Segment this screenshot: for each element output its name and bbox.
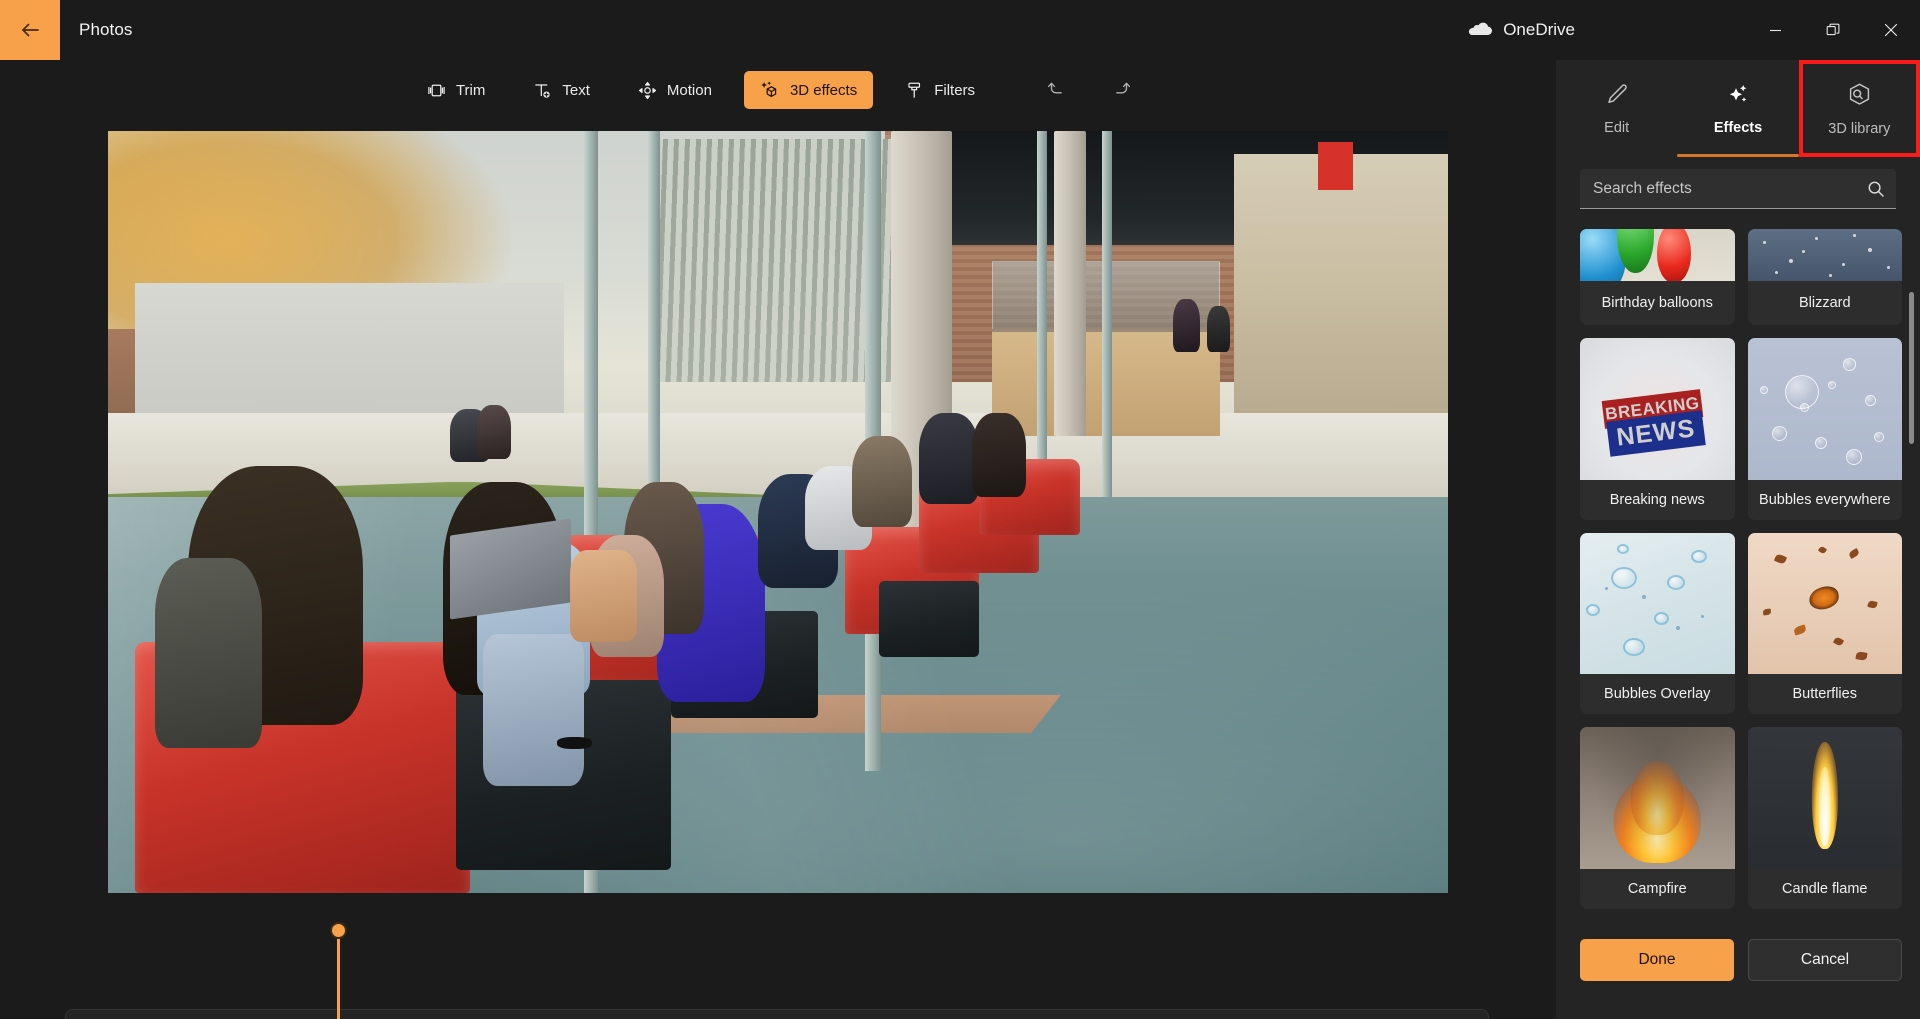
toolbar-item-3d-effects[interactable]: 3D effects — [743, 71, 874, 109]
effect-card-breaking-news[interactable]: BREAKING NEWS Breaking news — [1580, 338, 1735, 520]
back-button[interactable] — [0, 0, 60, 60]
minimize-button[interactable] — [1746, 0, 1804, 60]
tab-label: Edit — [1604, 120, 1630, 136]
toolbar-item-text[interactable]: Text — [517, 71, 606, 109]
tab-label: 3D library — [1828, 120, 1891, 137]
effect-thumbnail — [1747, 338, 1902, 480]
video-stage: 0:00.00 0:06.60 — [0, 120, 1556, 1019]
panel-tabs: Edit Effects 3D library — [1556, 60, 1920, 157]
active-tab-underline — [1676, 154, 1799, 157]
effect-thumbnail — [1580, 532, 1735, 675]
window-controls — [1746, 0, 1920, 60]
redo-button[interactable] — [1099, 71, 1143, 109]
effect-label: Blizzard — [1798, 295, 1851, 311]
effect-thumbnail — [1747, 229, 1902, 281]
title-bar: Photos OneDrive — [0, 0, 1920, 60]
video-frame-image — [108, 131, 1448, 893]
tab-edit[interactable]: Edit — [1556, 60, 1677, 157]
panel-action-buttons: Done Cancel — [1580, 939, 1902, 981]
undo-icon — [1046, 77, 1068, 104]
scrollbar-thumb[interactable] — [1909, 292, 1914, 444]
search-input[interactable] — [1580, 179, 1856, 198]
text-icon — [533, 81, 552, 100]
effect-label: Bubbles everywhere — [1759, 491, 1891, 508]
playhead-handle[interactable] — [330, 922, 348, 939]
effect-card-butterflies[interactable]: Butterflies — [1747, 532, 1902, 715]
effect-thumbnail — [1580, 727, 1735, 870]
arrow-left-icon — [17, 17, 43, 43]
effect-label: Birthday balloons — [1601, 295, 1713, 311]
effects-panel: Edit Effects 3D library Search effects B… — [1556, 60, 1920, 1019]
tab-3d-library[interactable]: 3D library — [1798, 60, 1920, 157]
onedrive-label: OneDrive — [1503, 20, 1575, 39]
effect-thumbnail — [1747, 727, 1902, 870]
toolbar-item-label: Trim — [455, 81, 486, 99]
previous-frame-button[interactable] — [74, 1014, 128, 1019]
effect-label: Campfire — [1627, 881, 1687, 898]
effect-card-blizzard[interactable]: Blizzard — [1747, 229, 1902, 325]
onedrive-status[interactable]: OneDrive — [1468, 0, 1575, 60]
toolbar-item-label: Filters — [934, 81, 976, 99]
pencil-icon — [1604, 81, 1630, 111]
effect-card-candle-flame[interactable]: Candle flame — [1747, 727, 1902, 909]
motion-icon — [638, 81, 657, 100]
redo-icon — [1110, 77, 1132, 104]
photos-video-editor-window: Photos OneDrive Trim Text Motion 3D effe… — [0, 0, 1920, 1019]
editor-toolbar: Trim Text Motion 3D effects Filters — [0, 60, 1556, 120]
tab-label: Effects — [1713, 120, 1763, 136]
toolbar-item-filters[interactable]: Filters — [889, 71, 991, 109]
trim-icon — [427, 81, 446, 100]
effect-label: Butterflies — [1792, 686, 1857, 703]
effect-thumbnail: BREAKING NEWS — [1580, 338, 1735, 480]
toolbar-item-motion[interactable]: Motion — [622, 71, 728, 109]
effects-scrollbar[interactable] — [1909, 236, 1914, 936]
search-area — [1556, 157, 1920, 209]
3d-effects-icon — [760, 80, 780, 100]
toolbar-item-label: Text — [562, 81, 590, 99]
effects-grid: Birthday balloons Blizzard BREAKING NEWS… — [1580, 229, 1902, 909]
page-title: Photos — [79, 20, 133, 39]
toolbar-item-label: 3D effects — [789, 81, 858, 99]
effect-card-campfire[interactable]: Campfire — [1580, 727, 1735, 909]
play-button[interactable] — [128, 1014, 182, 1019]
effect-label: Candle flame — [1782, 881, 1868, 898]
toolbar-item-label: Motion — [666, 81, 712, 99]
undo-button[interactable] — [1035, 71, 1079, 109]
next-frame-button[interactable] — [182, 1014, 236, 1019]
onedrive-cloud-icon — [1468, 19, 1493, 41]
close-button[interactable] — [1862, 0, 1920, 60]
effect-thumbnail — [1580, 229, 1735, 281]
search-icon[interactable] — [1856, 169, 1896, 209]
done-button[interactable]: Done — [1580, 939, 1734, 981]
effect-card-birthday-balloons[interactable]: Birthday balloons — [1580, 229, 1735, 325]
cancel-button[interactable]: Cancel — [1748, 939, 1902, 981]
search-effects-box[interactable] — [1580, 169, 1896, 209]
video-preview[interactable] — [108, 131, 1448, 893]
effect-card-bubbles-everywhere[interactable]: Bubbles everywhere — [1747, 338, 1902, 520]
restore-button[interactable] — [1804, 0, 1862, 60]
effect-card-bubbles-overlay[interactable]: Bubbles Overlay — [1580, 532, 1735, 715]
toolbar-item-trim[interactable]: Trim — [411, 71, 501, 109]
effect-label: Breaking news — [1609, 491, 1705, 508]
effect-label: Bubbles Overlay — [1604, 686, 1711, 703]
playhead-line — [337, 931, 341, 1019]
timeline-track[interactable] — [330, 922, 1394, 1019]
filters-icon — [905, 81, 924, 100]
player-controls: 0:00.00 0:06.60 — [65, 922, 1489, 1019]
effect-thumbnail — [1747, 532, 1902, 675]
tab-effects[interactable]: Effects — [1676, 60, 1799, 157]
sparkles-icon — [1725, 81, 1751, 111]
cube-search-icon — [1846, 81, 1873, 112]
